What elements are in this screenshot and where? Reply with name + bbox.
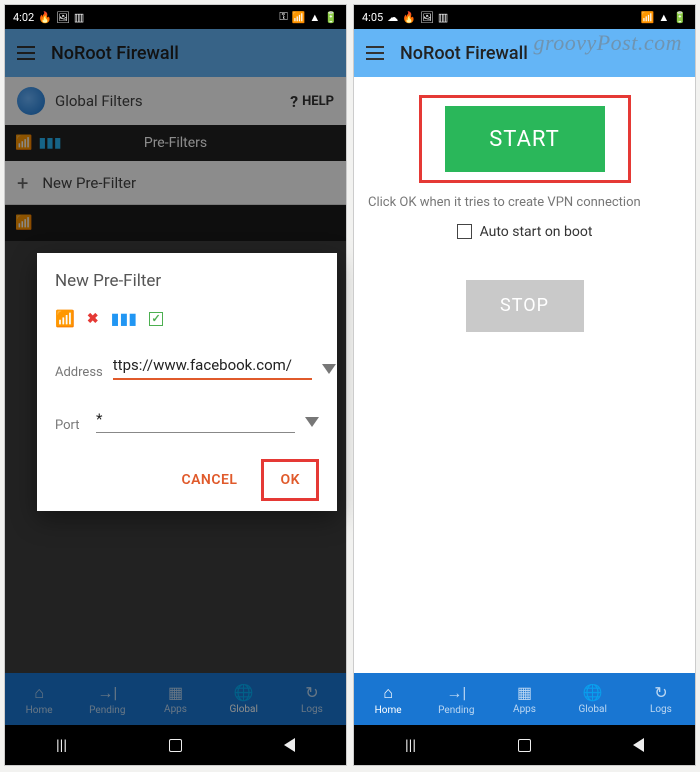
status-icon: 🔥 xyxy=(402,11,416,24)
wifi-icon: ▲ xyxy=(658,11,669,24)
left-screenshot: 4:02 🔥 🖼 ▥ ⚿ 📶 ▲ 🔋 NoRoot Firewall Globa xyxy=(4,4,347,766)
tab-global[interactable]: 🌐Global xyxy=(210,673,278,725)
status-bar: 4:02 🔥 🖼 ▥ ⚿ 📶 ▲ 🔋 xyxy=(5,5,346,29)
deny-icon[interactable]: ✖ xyxy=(87,311,99,327)
apps-grid-icon: ▦ xyxy=(517,683,532,702)
home-icon: ⌂ xyxy=(383,683,393,703)
globe-icon: 🌐 xyxy=(234,683,254,702)
start-button[interactable]: START xyxy=(445,106,605,172)
tab-apps[interactable]: ▦Apps xyxy=(141,673,209,725)
home-button[interactable] xyxy=(518,739,531,752)
status-icon: ▥ xyxy=(74,11,84,24)
pending-icon: →| xyxy=(97,683,117,703)
status-icon: 🖼 xyxy=(56,11,70,24)
apps-grid-icon: ▦ xyxy=(168,683,183,702)
new-pre-filter-dialog: New Pre-Filter 📶 ✖ ▮▮▮ ✓ Address Port CA… xyxy=(37,253,337,511)
android-nav-bar: ||| xyxy=(5,725,346,765)
tab-apps[interactable]: ▦Apps xyxy=(490,673,558,725)
history-icon: ↻ xyxy=(654,683,667,702)
clock: 4:05 xyxy=(362,11,383,24)
ok-highlight-box: OK xyxy=(261,459,319,501)
allow-checkbox-icon[interactable]: ✓ xyxy=(149,312,163,326)
android-nav-bar: ||| xyxy=(354,725,695,765)
vpn-key-icon: ⚿ xyxy=(279,10,287,24)
cell-bars-icon[interactable]: ▮▮▮ xyxy=(111,309,137,328)
battery-icon: 🔋 xyxy=(673,11,687,24)
home-icon: ⌂ xyxy=(34,683,44,703)
port-input[interactable] xyxy=(96,406,295,433)
cancel-button[interactable]: CANCEL xyxy=(165,459,253,501)
status-bar: 4:05 ☁ 🔥 🖼 ▥ 📶 ▲ 🔋 xyxy=(354,5,695,29)
history-icon: ↻ xyxy=(305,683,318,702)
signal-icon: 📶 xyxy=(641,11,655,24)
pending-icon: →| xyxy=(446,683,466,703)
tab-logs[interactable]: ↻Logs xyxy=(278,673,346,725)
recent-apps-button[interactable]: ||| xyxy=(405,736,416,754)
back-button[interactable] xyxy=(633,738,644,752)
auto-start-checkbox[interactable] xyxy=(457,224,472,239)
tab-home[interactable]: ⌂Home xyxy=(354,673,422,725)
wifi-icon: ▲ xyxy=(309,11,320,24)
stop-button[interactable]: STOP xyxy=(466,280,584,332)
right-screenshot: 4:05 ☁ 🔥 🖼 ▥ 📶 ▲ 🔋 NoRoot Firewall START… xyxy=(353,4,696,766)
protocol-toggle-row: 📶 ✖ ▮▮▮ ✓ xyxy=(55,309,319,328)
status-icon: 🖼 xyxy=(420,11,434,24)
start-highlight-box: START xyxy=(419,95,631,183)
bottom-nav: ⌂Home →|Pending ▦Apps 🌐Global ↻Logs xyxy=(354,673,695,725)
hamburger-menu-icon[interactable] xyxy=(366,46,384,60)
clock: 4:02 xyxy=(13,11,34,24)
tab-pending[interactable]: →|Pending xyxy=(422,673,490,725)
dropdown-icon[interactable] xyxy=(322,364,336,374)
tab-home[interactable]: ⌂Home xyxy=(5,673,73,725)
dropdown-icon[interactable] xyxy=(305,417,319,427)
back-button[interactable] xyxy=(284,738,295,752)
auto-start-label: Auto start on boot xyxy=(480,224,593,240)
hint-text: Click OK when it tries to create VPN con… xyxy=(368,195,681,212)
app-bar: NoRoot Firewall xyxy=(354,29,695,77)
wifi-icon[interactable]: 📶 xyxy=(55,309,75,328)
address-label: Address xyxy=(55,365,103,380)
app-title: NoRoot Firewall xyxy=(400,43,528,64)
ok-button[interactable]: OK xyxy=(264,462,316,498)
recent-apps-button[interactable]: ||| xyxy=(56,736,67,754)
battery-icon: 🔋 xyxy=(324,11,338,24)
status-icon: ☁ xyxy=(387,11,398,24)
tab-logs[interactable]: ↻Logs xyxy=(627,673,695,725)
main-content: START Click OK when it tries to create V… xyxy=(354,77,695,673)
tab-global[interactable]: 🌐Global xyxy=(559,673,627,725)
port-label: Port xyxy=(55,418,86,433)
bottom-nav: ⌂Home →|Pending ▦Apps 🌐Global ↻Logs xyxy=(5,673,346,725)
signal-icon: 📶 xyxy=(292,11,306,24)
tab-pending[interactable]: →|Pending xyxy=(73,673,141,725)
status-icon: ▥ xyxy=(438,11,448,24)
status-icon: 🔥 xyxy=(38,11,52,24)
globe-icon: 🌐 xyxy=(583,683,603,702)
address-input[interactable] xyxy=(113,352,312,380)
home-button[interactable] xyxy=(169,739,182,752)
dialog-title: New Pre-Filter xyxy=(55,271,319,291)
